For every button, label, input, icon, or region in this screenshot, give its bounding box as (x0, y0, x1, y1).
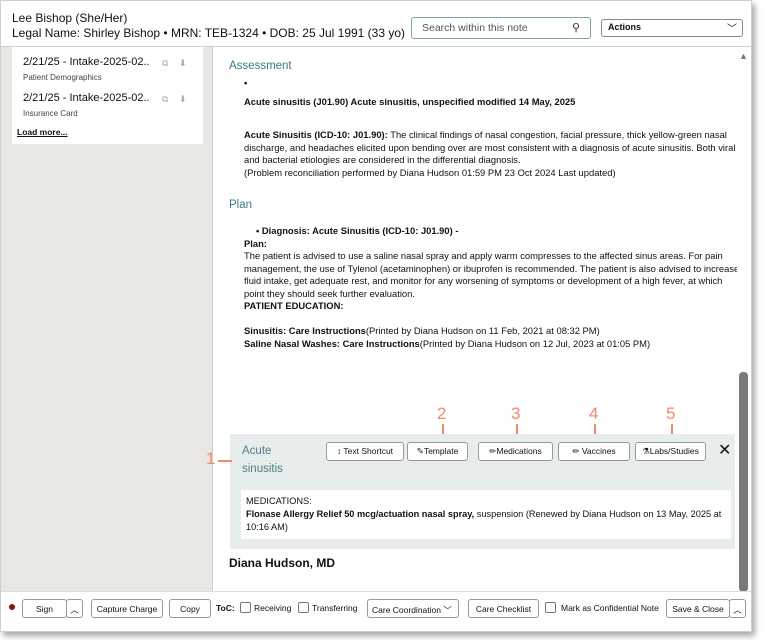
confidential-checkbox[interactable] (545, 602, 556, 613)
education-item: Saline Nasal Washes: Care Instructions(P… (244, 338, 737, 351)
callout-line (594, 424, 596, 434)
callout-line (442, 424, 444, 434)
receiving-checkbox[interactable] (240, 602, 251, 613)
flask-icon: ⚗ (642, 446, 650, 456)
footer-toolbar: Sign ︿ Capture Charge Copy ToC: Receivin… (1, 591, 751, 631)
plan-dx: Diagnosis: Acute Sinusitis (ICD-10: J01.… (261, 225, 459, 236)
callout-3: 3 (511, 404, 521, 423)
callout-line (671, 424, 673, 434)
status-dot (9, 604, 15, 610)
document-subtitle: Patient Demographics (23, 73, 102, 82)
medications-button[interactable]: ✏Medications (478, 442, 553, 461)
education-detail: (Printed by Diana Hudson on 12 Jul, 2023… (419, 337, 651, 349)
callout-1: 1 (206, 449, 216, 468)
plan-body: The patient is advised to use a saline n… (244, 250, 737, 299)
document-subtitle: Insurance Card (23, 109, 78, 118)
text-shortcut-button[interactable]: ↕ Text Shortcut (326, 442, 404, 461)
assessment-text: Acute Sinusitis (ICD-10: J01.90): The cl… (244, 129, 737, 179)
label: Template (423, 446, 459, 456)
patient-legal-line: Legal Name: Shirley Bishop • MRN: TEB-13… (12, 26, 406, 40)
education-title: Sinusitis: Care Instructions (244, 325, 366, 336)
actions-label: Actions (608, 22, 642, 32)
assessment-reconcile: (Problem reconciliation performed by Dia… (244, 166, 616, 178)
signature: Diana Hudson, MD (229, 556, 336, 570)
open-external-icon[interactable]: ⧉ (162, 94, 168, 105)
plan-heading: Plan (229, 199, 253, 211)
plan-text: • Diagnosis: Acute Sinusitis (ICD-10: J0… (244, 225, 737, 350)
document-link[interactable]: 2/21/25 - Intake-2025-02.. (23, 56, 150, 68)
medication-name: Flonase Allergy Relief 50 mcg/actuation … (246, 509, 475, 519)
callout-4: 4 (589, 404, 599, 423)
transferring-label: Transferring (312, 603, 358, 613)
documents-card: 2/21/25 - Intake-2025-02.. ⧉ ⬇ Patient D… (12, 47, 203, 144)
label: Labs/Studies (649, 446, 699, 456)
note-content: Assessment • Acute sinusitis (J01.90) Ac… (214, 47, 737, 591)
capture-charge-button[interactable]: Capture Charge (91, 599, 163, 618)
education-title: Saline Nasal Washes: Care Instructions (244, 337, 420, 349)
confidential-label: Mark as Confidential Note (561, 603, 659, 613)
callout-2: 2 (437, 404, 447, 423)
callout-5: 5 (666, 404, 676, 423)
scrollbar-thumb[interactable] (739, 372, 748, 592)
labs-studies-button[interactable]: ⚗Labs/Studies (635, 442, 706, 461)
chevron-down-icon: ﹀ (727, 24, 737, 35)
education-detail: (Printed by Diana Hudson on 11 Feb, 2021… (365, 325, 600, 336)
callout-line (218, 460, 232, 462)
care-checklist-button[interactable]: Care Checklist (468, 599, 539, 618)
save-menu-chevron-up-icon[interactable]: ︿ (729, 599, 746, 618)
label: Text Shortcut (343, 446, 394, 456)
template-button[interactable]: ✎Template (407, 442, 468, 461)
name: Lee Bishop (12, 11, 73, 25)
open-external-icon[interactable]: ⧉ (162, 58, 168, 69)
problem-panel: Acute sinusitis ↕ Text Shortcut ✎Templat… (230, 434, 735, 549)
transferring-checkbox[interactable] (298, 602, 309, 613)
assessment-heading: Assessment (229, 60, 292, 72)
label: Medications (496, 446, 542, 456)
vaccines-button[interactable]: ✏ Vaccines (558, 442, 630, 461)
download-icon[interactable]: ⬇ (179, 58, 187, 69)
receiving-label: Receiving (254, 603, 292, 613)
label: Vaccines (581, 446, 616, 456)
toc-label: ToC: (216, 603, 235, 613)
syringe-icon: ✏ (572, 446, 580, 456)
search-placeholder: Search within this note (422, 22, 528, 34)
sidebar: 2/21/25 - Intake-2025-02.. ⧉ ⬇ Patient D… (1, 47, 213, 591)
plan-diagnosis: • Diagnosis: Acute Sinusitis (ICD-10: J0… (256, 225, 459, 236)
save-close-button[interactable]: Save & Close (666, 599, 730, 618)
document-link[interactable]: 2/21/25 - Intake-2025-02.. (23, 92, 150, 104)
assessment-diagnosis: Acute sinusitis (J01.90) Acute sinusitis… (244, 96, 576, 107)
copy-button[interactable]: Copy (169, 599, 211, 618)
medications-box: MEDICATIONS: Flonase Allergy Relief 50 m… (241, 490, 731, 539)
education-item: Sinusitis: Care Instructions(Printed by … (244, 325, 737, 338)
patient-name: Lee Bishop (She/Her) (12, 11, 127, 25)
sign-menu-chevron-up-icon[interactable]: ︿ (66, 599, 83, 618)
scrollbar[interactable]: ▲ (737, 47, 751, 592)
search-input[interactable]: Search within this note ⚲ (411, 17, 591, 39)
close-icon[interactable]: ✕ (718, 440, 731, 460)
load-more-link[interactable]: Load more... (17, 127, 68, 137)
pronouns: (She/Her) (75, 11, 128, 25)
download-icon[interactable]: ⬇ (179, 94, 187, 105)
problem-title: Acute sinusitis (242, 445, 283, 475)
plan-label: Plan: (244, 237, 267, 249)
sign-button[interactable]: Sign (22, 599, 67, 618)
text-shortcut-icon: ↕ (336, 446, 342, 456)
assessment-bullet: • (244, 77, 248, 88)
care-coordination-dropdown[interactable]: Care Coordination ﹀ (367, 599, 459, 618)
medications-heading: MEDICATIONS: (246, 496, 312, 506)
note-window: Lee Bishop (She/Her) Legal Name: Shirley… (0, 0, 752, 632)
patient-education-label: PATIENT EDUCATION: (244, 300, 344, 311)
patient-header: Lee Bishop (She/Her) Legal Name: Shirley… (1, 1, 751, 47)
assessment-label: Acute Sinusitis (ICD-10: J01.90): (244, 129, 388, 140)
label: Care Coordination (372, 605, 441, 615)
scroll-up-icon[interactable]: ▲ (739, 51, 748, 61)
search-icon: ⚲ (571, 22, 580, 34)
actions-dropdown[interactable]: Actions ﹀ (601, 19, 743, 37)
callout-line (516, 424, 518, 434)
chevron-down-icon: ﹀ (443, 605, 452, 615)
medication-item: Flonase Allergy Relief 50 mcg/actuation … (246, 508, 726, 534)
template-icon: ✎ (416, 446, 424, 456)
